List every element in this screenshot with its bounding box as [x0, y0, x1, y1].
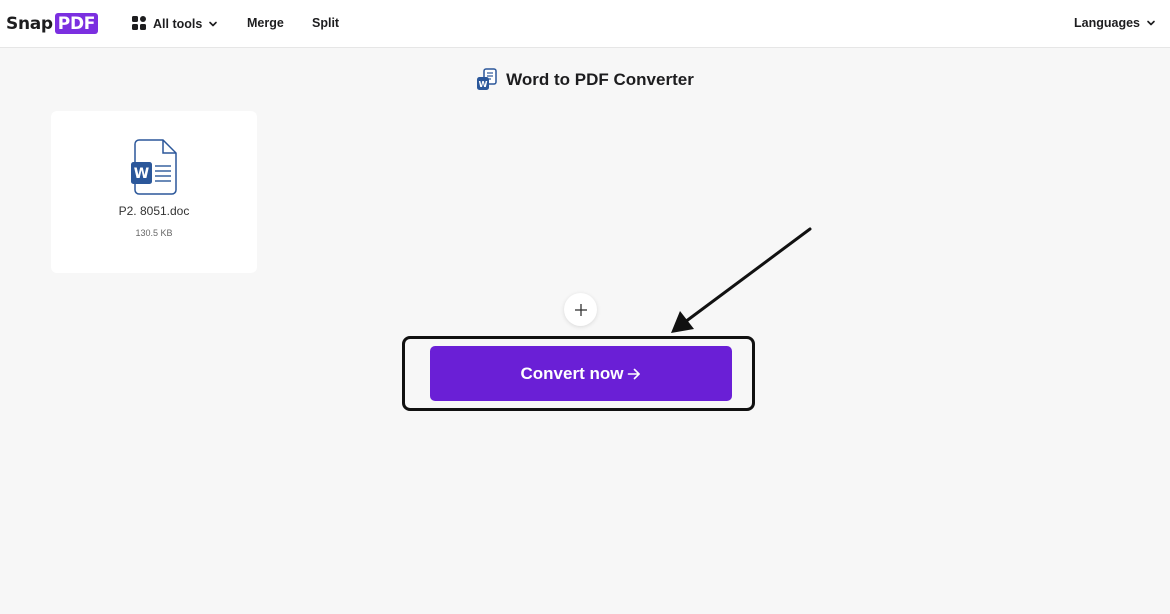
word-document-icon: W	[131, 139, 177, 195]
chevron-down-icon	[208, 19, 218, 29]
snappdf-logo[interactable]: Snap PDF	[6, 13, 99, 34]
logo-text-snap: Snap	[6, 13, 53, 34]
convert-now-button[interactable]: Convert now	[430, 346, 732, 401]
top-navbar: Snap PDF All tools Merge Split Languages	[0, 0, 1170, 48]
logo-text-pdf: PDF	[54, 13, 99, 34]
word-icon-letter: W	[134, 166, 149, 182]
plus-icon	[574, 303, 587, 316]
add-file-button[interactable]	[564, 293, 597, 326]
word-to-pdf-icon: W	[477, 68, 497, 90]
svg-text:W: W	[479, 80, 488, 89]
grid-icon	[132, 16, 147, 31]
file-size: 130.5 KB	[135, 228, 173, 238]
all-tools-menu[interactable]: All tools	[132, 16, 218, 31]
page: Snap PDF All tools Merge Split Languages	[0, 0, 1170, 614]
nav-merge-link[interactable]: Merge	[247, 16, 284, 30]
page-title-text: Word to PDF Converter	[506, 70, 694, 89]
page-title: W Word to PDF Converter	[0, 68, 1170, 92]
merge-label: Merge	[247, 16, 284, 30]
chevron-down-icon	[1146, 18, 1156, 28]
languages-label: Languages	[1074, 16, 1140, 30]
split-label: Split	[312, 16, 340, 30]
uploaded-file-card[interactable]: W P2. 8051.doc 130.5 KB	[51, 111, 257, 273]
languages-menu[interactable]: Languages	[1074, 16, 1156, 30]
convert-now-label: Convert now	[520, 363, 624, 383]
all-tools-label: All tools	[153, 16, 203, 31]
file-name: P2. 8051.doc	[118, 204, 190, 218]
nav-split-link[interactable]: Split	[312, 16, 339, 30]
arrow-right-icon	[627, 367, 641, 381]
